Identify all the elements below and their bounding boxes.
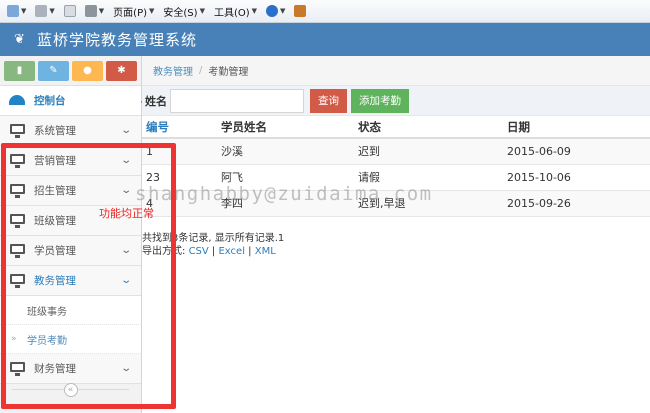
table-row: 1 沙溪 迟到 2015-06-09: [142, 138, 650, 165]
research-button[interactable]: [291, 2, 309, 20]
tools-menu[interactable]: 工具(O) ▼: [211, 2, 260, 20]
column-header-id[interactable]: 编号: [142, 116, 217, 139]
breadcrumb-current: 考勤管理: [208, 67, 249, 78]
home-icon: [7, 5, 19, 17]
name-search-input[interactable]: [170, 88, 304, 113]
column-header-date: 日期: [503, 116, 650, 139]
help-button[interactable]: ▼: [263, 2, 288, 20]
cell-date: 2015-06-09: [503, 138, 650, 165]
export-excel-link[interactable]: Excel: [218, 246, 245, 257]
shortcut-users-button[interactable]: ●: [72, 60, 103, 81]
chevron-down-icon: ▼: [98, 7, 105, 15]
search-bar: 姓名 查询 添加考勤: [142, 86, 650, 116]
mail-button[interactable]: [61, 2, 79, 20]
annotation-text: 功能均正常: [99, 207, 154, 220]
chevron-down-icon: ⌄: [119, 125, 132, 136]
column-header-name: 学员姓名: [217, 116, 354, 139]
pencil-icon: ✎: [49, 65, 58, 76]
desktop-icon: [9, 124, 26, 138]
highlight-box: [1, 143, 176, 409]
name-label: 姓名: [145, 94, 167, 108]
chevron-down-icon: ▼: [251, 7, 258, 15]
watermark-text: shanghabby@zuidaima.com: [135, 183, 433, 205]
tools-menu-label: 工具(O): [213, 7, 250, 19]
page-menu[interactable]: 页面(P) ▼: [110, 2, 157, 20]
rss-icon: [35, 5, 48, 17]
cell-name: 沙溪: [217, 138, 354, 165]
table-header-row: 编号 学员姓名 状态 日期: [142, 116, 650, 139]
security-menu-label: 安全(S): [163, 7, 198, 19]
sidebar-item-label: 控制台: [34, 95, 66, 107]
app-header: ❦ 蓝桥学院教务管理系统: [0, 23, 650, 56]
cell-date: 2015-09-26: [503, 190, 650, 217]
browser-command-bar: ▼ ▼ ▼ 页面(P) ▼ 安全(S) ▼ 工具(O) ▼ ▼: [0, 0, 650, 23]
query-button[interactable]: 查询: [310, 88, 347, 113]
research-icon: [294, 5, 307, 17]
help-icon: [266, 5, 279, 17]
sidebar-item-dashboard[interactable]: 控制台: [0, 86, 149, 116]
shortcut-settings-button[interactable]: ✱: [106, 60, 137, 81]
feeds-button[interactable]: ▼: [32, 2, 57, 20]
main-content: 教务管理 / 考勤管理 姓名 查询 添加考勤 编号 学员姓名 状态 日期 1 沙…: [142, 56, 650, 413]
column-header-status: 状态: [354, 116, 503, 139]
breadcrumb-separator: /: [199, 65, 203, 76]
app-title: 蓝桥学院教务管理系统: [37, 31, 198, 49]
export-csv-link[interactable]: CSV: [189, 246, 209, 257]
users-icon: ●: [83, 65, 92, 76]
leaf-icon: ❦: [14, 31, 25, 47]
breadcrumb-parent-link[interactable]: 教务管理: [153, 63, 193, 78]
chevron-down-icon: ▼: [199, 7, 205, 15]
shortcut-stats-button[interactable]: ▮: [4, 60, 35, 81]
dashboard-icon: [9, 94, 26, 107]
export-xml-link[interactable]: XML: [255, 246, 276, 257]
home-button[interactable]: ▼: [4, 2, 29, 20]
cogs-icon: ✱: [117, 65, 126, 76]
chevron-down-icon: ▼: [280, 7, 286, 15]
printer-icon: [84, 5, 97, 17]
print-button[interactable]: ▼: [82, 2, 107, 20]
sidebar-shortcuts: ▮ ✎ ● ✱: [0, 56, 141, 86]
chevron-down-icon: ▼: [49, 7, 55, 15]
cell-date: 2015-10-06: [503, 164, 650, 191]
chevron-down-icon: ▼: [21, 7, 27, 15]
export-separator: |: [211, 246, 216, 257]
mail-icon: [63, 5, 76, 17]
sidebar-item-system[interactable]: 系统管理 ⌄: [0, 116, 141, 146]
security-menu[interactable]: 安全(S) ▼: [160, 2, 208, 20]
breadcrumb: 教务管理 / 考勤管理: [142, 56, 650, 86]
add-attendance-button[interactable]: 添加考勤: [351, 88, 409, 113]
export-separator: |: [248, 246, 252, 257]
bar-chart-icon: ▮: [16, 65, 23, 76]
shortcut-edit-button[interactable]: ✎: [38, 60, 69, 81]
sidebar-item-label: 系统管理: [34, 125, 76, 137]
cell-status: 迟到: [354, 138, 503, 165]
page-menu-label: 页面(P): [113, 7, 148, 19]
chevron-down-icon: ▼: [149, 7, 155, 15]
